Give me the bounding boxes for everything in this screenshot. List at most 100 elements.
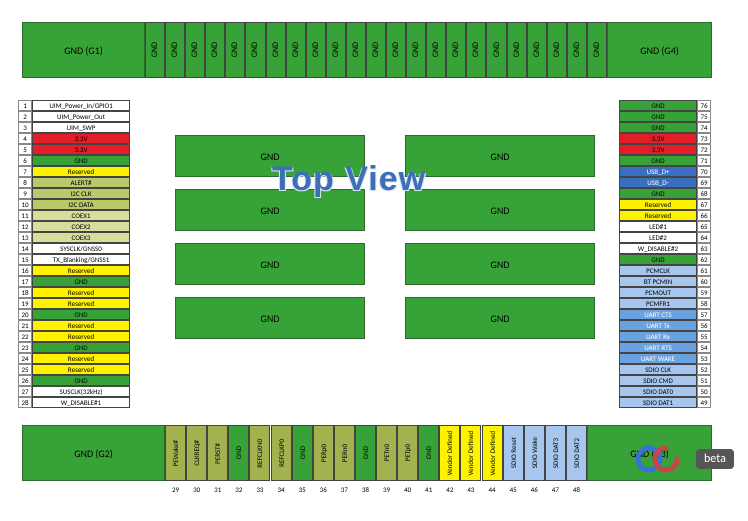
top-strip-cell: GND: [366, 22, 386, 78]
pin-number: 66: [697, 210, 711, 221]
pin-right: UART Tx: [619, 320, 697, 331]
pin-number: 70: [697, 166, 711, 177]
pin-left: Reserved: [32, 331, 130, 342]
top-strip-cell: GND: [286, 22, 306, 78]
corner-g3: GND (G3): [587, 425, 712, 481]
pin-bottom: GND: [418, 425, 439, 481]
pin-number: 59: [697, 287, 711, 298]
pin-number: 21: [18, 320, 32, 331]
pin-right: SDIO DAT1: [619, 397, 697, 408]
top-strip-cell: GND: [507, 22, 527, 78]
pin-number: 52: [697, 364, 711, 375]
pin-number: 61: [697, 265, 711, 276]
pin-bottom: REFCLKP0: [271, 425, 292, 481]
pin-left: UIM_Power_Out: [32, 111, 130, 122]
pin-left: Reserved: [32, 364, 130, 375]
pin-right: PCMFR1: [619, 298, 697, 309]
pin-number: 37: [334, 484, 355, 494]
top-strip-cell: GND: [306, 22, 326, 78]
pin-number: 10: [18, 199, 32, 210]
pin-right: USB_D+: [619, 166, 697, 177]
pin-number: 62: [697, 254, 711, 265]
top-strip-cell: GND: [426, 22, 446, 78]
pin-number: 35: [292, 484, 313, 494]
pin-number: 36: [313, 484, 334, 494]
pin-left: GND: [32, 155, 130, 166]
pin-left: GND: [32, 309, 130, 320]
pin-number: 32: [228, 484, 249, 494]
pin-left: TX_Blanking/GNSS1: [32, 254, 130, 265]
pin-number: 26: [18, 375, 32, 386]
pin-number: 64: [697, 232, 711, 243]
pin-right: GND: [619, 188, 697, 199]
pin-left: Reserved: [32, 265, 130, 276]
pin-number: 76: [697, 100, 711, 111]
top-strip-cell: GND: [527, 22, 547, 78]
pin-right: SDIO CLK: [619, 364, 697, 375]
pin-number: 72: [697, 144, 711, 155]
pin-number: 23: [18, 342, 32, 353]
corner-g2: GND (G2): [22, 425, 165, 481]
top-strip-cell: GND: [587, 22, 607, 78]
pin-number: 38: [355, 484, 376, 494]
pin-number: 30: [186, 484, 207, 494]
pin-number: 65: [697, 221, 711, 232]
pin-right: GND: [619, 100, 697, 111]
pin-number: 44: [482, 484, 503, 494]
pin-left: 3.3V: [32, 144, 130, 155]
pin-number: 69: [697, 177, 711, 188]
pin-number: 3: [18, 122, 32, 133]
corner-g1: GND (G1): [22, 22, 145, 78]
pin-number: 14: [18, 243, 32, 254]
pin-left: Reserved: [32, 320, 130, 331]
pin-left: Reserved: [32, 298, 130, 309]
pin-number: 73: [697, 133, 711, 144]
pin-right: LED#1: [619, 221, 697, 232]
pin-left: Reserved: [32, 353, 130, 364]
pin-right: UART RTS: [619, 342, 697, 353]
pin-number: 71: [697, 155, 711, 166]
pin-right: LED#2: [619, 232, 697, 243]
pin-number: 31: [207, 484, 228, 494]
top-strip-cell: GND: [185, 22, 205, 78]
inner-gnd-block: GND: [405, 297, 595, 339]
pin-right: BT PCMIN: [619, 276, 697, 287]
pin-bottom: PERST#: [207, 425, 228, 481]
pin-number: 22: [18, 331, 32, 342]
pin-left: W_DISABLE#1: [32, 397, 130, 408]
pin-right: Reserved: [619, 199, 697, 210]
pin-number: 42: [439, 484, 460, 494]
top-strip-cell: GND: [466, 22, 486, 78]
pin-right: W_DISABLE#2: [619, 243, 697, 254]
corner-g4: GND (G4): [607, 22, 712, 78]
pin-bottom: Vendor Defined: [439, 425, 460, 481]
pin-bottom: PEWake#: [165, 425, 186, 481]
pin-number: 63: [697, 243, 711, 254]
pin-number: 12: [18, 221, 32, 232]
pin-number: 49: [697, 397, 711, 408]
pin-right: UART Rx: [619, 331, 697, 342]
pin-bottom: GND: [355, 425, 376, 481]
pin-bottom: PERp0: [313, 425, 334, 481]
pin-bottom: SDIO Wake: [524, 425, 545, 481]
pin-number: 13: [18, 232, 32, 243]
pin-number: 7: [18, 166, 32, 177]
pin-right: 3.3V: [619, 144, 697, 155]
pin-number: 28: [18, 397, 32, 408]
pin-number: 19: [18, 298, 32, 309]
pin-left: UIM_Power_In/GPIO1: [32, 100, 130, 111]
top-strip-cell: GND: [446, 22, 466, 78]
inner-gnd-block: GND: [405, 189, 595, 231]
pin-bottom: SDIO Reset: [503, 425, 524, 481]
pin-right: SDIO DAT0: [619, 386, 697, 397]
top-strip-cell: GND: [346, 22, 366, 78]
pin-number: 15: [18, 254, 32, 265]
top-strip-cell: GND: [145, 22, 165, 78]
pin-number: 29: [165, 484, 186, 494]
pin-left: ALERT#: [32, 177, 130, 188]
pin-left: I2C CLK: [32, 188, 130, 199]
pin-bottom: SDIO DAT2: [566, 425, 587, 481]
top-strip-cell: GND: [225, 22, 245, 78]
pin-number: 58: [697, 298, 711, 309]
pin-left: SUSCLK(32kHz): [32, 386, 130, 397]
